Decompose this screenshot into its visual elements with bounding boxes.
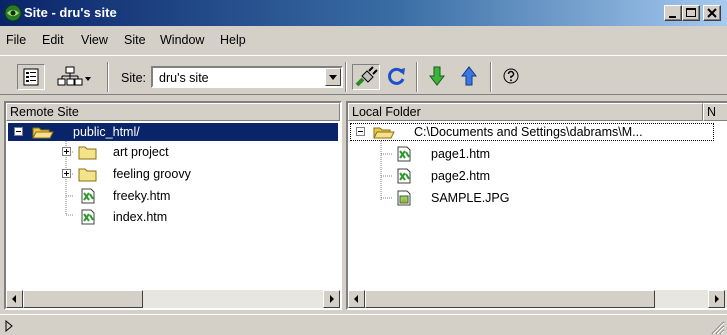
site-label: Site: [121, 71, 147, 85]
html-file-icon [81, 209, 95, 225]
list-view-icon [23, 68, 39, 86]
remote-item-label: index.htm [113, 210, 168, 224]
site-select-value: dru's site [159, 71, 209, 85]
minimize-button[interactable] [664, 5, 682, 21]
site-map-view-button[interactable] [55, 64, 95, 90]
local-column-header[interactable]: Local Folder [348, 103, 703, 121]
arrow-right-icon [330, 295, 334, 303]
maximize-icon [686, 8, 696, 17]
chevron-down-icon [329, 75, 337, 80]
arrow-left-icon [354, 295, 358, 303]
folder-icon [78, 146, 97, 160]
menu-site[interactable]: Site [124, 33, 146, 47]
menu-view[interactable]: View [81, 33, 108, 47]
scroll-left-button[interactable] [6, 290, 23, 308]
put-files-button[interactable] [456, 64, 484, 90]
menu-bar: File Edit View Site Window Help [0, 29, 727, 51]
list-item[interactable]: feeling groovy [6, 166, 336, 184]
local-column-header-2[interactable]: N [703, 103, 727, 121]
scroll-right-button[interactable] [323, 290, 340, 308]
toolbar-separator [416, 62, 418, 92]
remote-horizontal-scrollbar[interactable] [6, 290, 340, 308]
menu-help[interactable]: Help [220, 33, 246, 47]
refresh-button[interactable] [384, 64, 412, 90]
toolbar: Site: dru's site [0, 55, 727, 95]
dreamweaver-app-icon [4, 4, 22, 22]
close-icon [707, 8, 717, 18]
site-files-view-button[interactable] [17, 64, 45, 90]
local-item-label: page1.htm [431, 147, 491, 161]
expand-panel-arrow-icon[interactable] [4, 320, 14, 332]
list-item[interactable]: page1.htm [348, 146, 708, 164]
list-item[interactable]: art project [6, 144, 336, 162]
expand-icon[interactable] [62, 147, 72, 157]
expand-icon[interactable] [62, 169, 72, 179]
remote-site-pane[interactable]: Remote Site public_html/ art project fee… [4, 101, 342, 310]
local-horizontal-scrollbar[interactable] [348, 290, 727, 308]
local-root-label: C:\Documents and Settings\dabrams\M... [414, 125, 643, 139]
arrow-right-icon [715, 295, 719, 303]
get-files-button[interactable] [424, 64, 452, 90]
remote-root-row[interactable]: public_html/ [8, 123, 338, 141]
scroll-right-button[interactable] [708, 290, 725, 308]
status-bar [0, 314, 727, 335]
list-item[interactable]: SAMPLE.JPG [348, 190, 708, 208]
toolbar-separator [490, 62, 492, 92]
html-file-icon [397, 168, 411, 184]
html-file-icon [81, 188, 95, 204]
local-item-label: SAMPLE.JPG [431, 191, 510, 205]
close-button[interactable] [703, 5, 721, 21]
arrow-left-icon [12, 295, 16, 303]
list-item[interactable]: freeky.htm [6, 188, 336, 206]
list-item[interactable]: index.htm [6, 209, 336, 227]
site-select[interactable]: dru's site [151, 66, 343, 88]
local-root-row[interactable]: C:\Documents and Settings\dabrams\M... [350, 123, 714, 141]
toolbar-separator [107, 62, 109, 92]
minimize-icon [669, 16, 676, 18]
help-button[interactable] [498, 64, 526, 90]
open-folder-icon [373, 127, 395, 139]
resize-grip-icon[interactable] [709, 319, 725, 335]
site-map-icon [57, 66, 91, 86]
scroll-thumb[interactable] [23, 290, 143, 308]
remote-column-header[interactable]: Remote Site [6, 103, 340, 121]
title-bar[interactable]: Site - dru's site [0, 0, 727, 26]
collapse-icon[interactable] [14, 127, 24, 137]
remote-item-label: feeling groovy [113, 167, 191, 181]
open-folder-icon [32, 127, 54, 139]
maximize-button[interactable] [682, 5, 700, 21]
collapse-icon[interactable] [356, 127, 366, 137]
local-folder-pane[interactable]: Local Folder N C:\Documents and Settings… [346, 101, 727, 310]
connect-button[interactable] [352, 64, 380, 90]
menu-file[interactable]: File [6, 33, 26, 47]
remote-item-label: freeky.htm [113, 189, 171, 203]
menu-window[interactable]: Window [160, 33, 204, 47]
arrow-down-icon [428, 66, 446, 86]
folder-icon [78, 168, 97, 182]
connect-plug-icon [355, 66, 378, 87]
site-select-dropdown-button[interactable] [325, 68, 341, 86]
html-file-icon [397, 146, 411, 162]
refresh-icon [388, 67, 405, 85]
scroll-left-button[interactable] [348, 290, 365, 308]
remote-item-label: art project [113, 145, 169, 159]
local-item-label: page2.htm [431, 169, 491, 183]
menu-edit[interactable]: Edit [42, 33, 64, 47]
toolbar-separator [345, 62, 347, 92]
list-item[interactable]: page2.htm [348, 168, 708, 186]
window-title: Site - dru's site [24, 5, 117, 20]
image-file-icon [397, 190, 411, 206]
arrow-up-icon [460, 66, 478, 86]
help-icon [503, 68, 519, 84]
remote-root-label: public_html/ [73, 125, 140, 139]
scroll-thumb[interactable] [365, 290, 655, 308]
